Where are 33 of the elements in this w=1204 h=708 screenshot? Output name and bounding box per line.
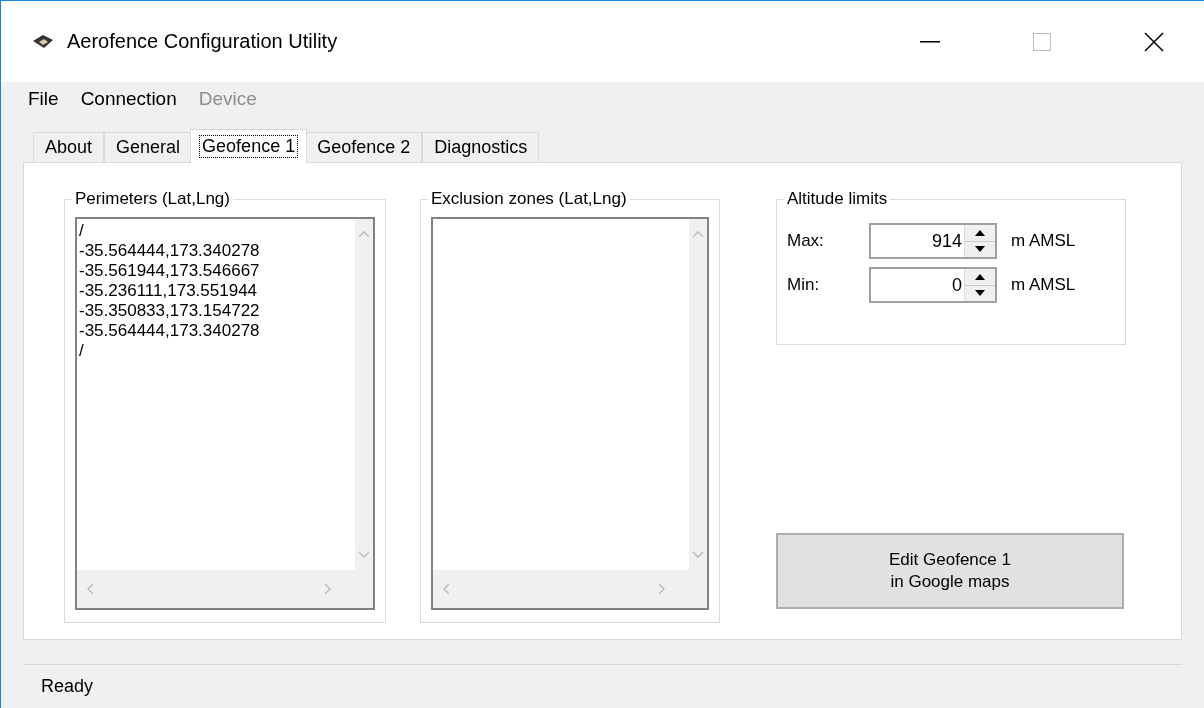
spin-up-icon[interactable] xyxy=(965,269,995,286)
tab[interactable]: Geofence 1 xyxy=(190,129,308,163)
window-title: Aerofence Configuration Utility xyxy=(67,30,339,53)
group-title: Altitude limits xyxy=(786,189,889,209)
group-title: Perimeters (Lat,Lng) xyxy=(74,189,231,209)
spin-up-icon[interactable] xyxy=(965,225,995,242)
scroll-right-icon[interactable] xyxy=(655,583,667,595)
scroll-left-icon[interactable] xyxy=(441,583,453,595)
tab[interactable]: Geofence 2 xyxy=(305,132,423,162)
maximize-icon[interactable] xyxy=(1033,32,1051,51)
scroll-down-icon[interactable] xyxy=(692,548,704,560)
scroll-down-icon[interactable] xyxy=(358,548,370,560)
minimize-icon[interactable] xyxy=(920,40,940,43)
close-icon[interactable] xyxy=(1144,31,1164,52)
group-title: Exclusion zones (Lat,Lng) xyxy=(430,189,628,209)
field-label: Max: xyxy=(787,231,825,251)
app-icon xyxy=(31,32,55,51)
scroll-right-icon[interactable] xyxy=(321,583,333,595)
scroll-left-icon[interactable] xyxy=(85,583,97,595)
text-area[interactable] xyxy=(431,217,709,610)
unit-label: m AMSL xyxy=(1011,275,1076,295)
status-text: Ready xyxy=(23,664,1182,708)
menu-item[interactable]: File xyxy=(17,84,70,114)
number-spinner[interactable]: 0 xyxy=(869,267,997,303)
tab[interactable]: General xyxy=(104,132,193,162)
menu-item[interactable]: Connection xyxy=(69,84,188,114)
tab[interactable]: Diagnostics xyxy=(422,132,540,162)
tab[interactable]: About xyxy=(33,132,105,162)
field-label: Min: xyxy=(787,275,821,295)
number-spinner[interactable]: 914 xyxy=(869,223,997,259)
text-area[interactable]: / -35.564444,173.340278 -35.561944,173.546667 -35.236111,173.551944 -35.350833,173.154722 -35.564444,173.340278 / xyxy=(75,217,375,610)
edit-map-button[interactable]: Edit Geofence 1 in Google maps xyxy=(776,533,1124,609)
unit-label: m AMSL xyxy=(1011,231,1076,251)
